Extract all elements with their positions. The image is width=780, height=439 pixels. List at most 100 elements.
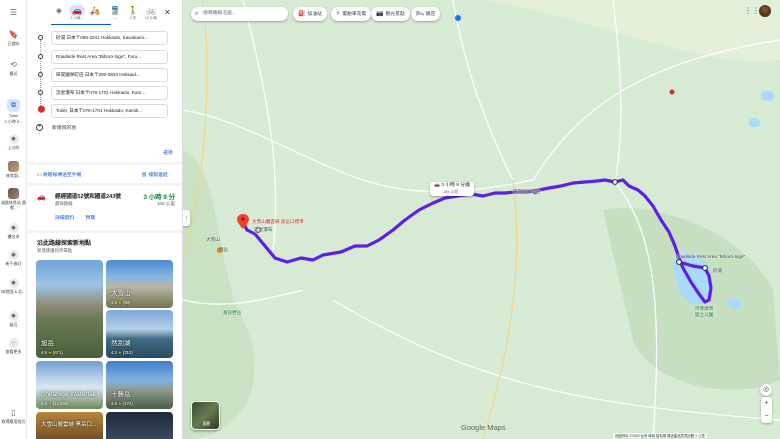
recent-place-label: 上川町: [7, 145, 20, 150]
star-icon: ★: [118, 401, 122, 406]
get-app-button[interactable]: ▯ 取得應用程式: [0, 408, 27, 424]
place-pin-icon: ◉: [8, 311, 19, 321]
stop-dot-icon: [38, 72, 43, 77]
walking-mode-button[interactable]: 🚶 3 天: [125, 5, 141, 20]
cycling-mode-button[interactable]: 🚲 12 小時: [143, 5, 159, 20]
recent-place-label: 留辺: [9, 322, 18, 327]
route-via: 經經國道52號和國道243號: [55, 194, 121, 200]
route-time-bubble[interactable]: 🚗 3 小時 9 分鐘 168 公里: [430, 182, 474, 196]
place-card[interactable]: 十勝岳 4.6 ★ (174): [106, 361, 173, 409]
map-label-tokachi[interactable]: 富良野岳: [223, 310, 241, 316]
zoom-in-button[interactable]: +: [761, 397, 772, 410]
see-more-button[interactable]: ⋯ 查看更多: [0, 338, 27, 354]
place-card[interactable]: 旭岳 4.8 ★ (671): [36, 260, 103, 358]
place-card[interactable]: 大雪山層雲峽 黑岳口...: [36, 412, 103, 439]
motorcycle-mode-button[interactable]: 🛵: [87, 5, 103, 16]
layers-label: 圖層: [202, 422, 211, 426]
route-subtitle: 最快路線: [55, 201, 73, 206]
waypoint-input[interactable]: 流星瀑布 日本〒078-1701 Hokkaido, Kam...: [51, 86, 168, 100]
options-button[interactable]: 選項: [163, 149, 173, 156]
place-card[interactable]: [106, 412, 173, 439]
waypoint-input[interactable]: 砂湯 日本〒088-3341 Hokkaido, Kawakami...: [51, 31, 168, 45]
map-label-waterfall[interactable]: 流星瀑布: [254, 227, 272, 233]
route-time: 3 小時 9 分: [143, 194, 175, 201]
menu-button[interactable]: ☰: [0, 8, 27, 18]
zoom-out-button[interactable]: −: [761, 410, 772, 423]
recents-label: 最近: [9, 71, 18, 76]
recent-place-7[interactable]: ◉ 留辺: [0, 311, 27, 327]
place-card[interactable]: 然別湖 4.3 ★ (312): [106, 310, 173, 358]
map-label-bihoro[interactable]: Roadside Rest Area "Bihoro-toge": [676, 254, 745, 259]
route-links: 詳細資料 預覽: [55, 214, 105, 221]
bubble-time: 3 小時 9 分鐘: [441, 183, 470, 188]
more-icon: ⋯: [8, 338, 19, 348]
avatar[interactable]: [759, 5, 771, 17]
preview-button[interactable]: 預覽: [86, 216, 96, 221]
motorcycle-icon: 🛵: [90, 6, 100, 15]
map-label-asahi[interactable]: 旭岳: [219, 247, 228, 253]
layers-button[interactable]: 圖層: [191, 401, 220, 430]
chip-hotels[interactable]: 🛏 飯店: [411, 7, 441, 21]
chip-attractions[interactable]: 📷 觀光景點: [371, 7, 410, 21]
details-button[interactable]: 詳細資料: [55, 216, 74, 221]
route-search-input[interactable]: ⌕ 搜尋路線沿途...: [191, 7, 288, 21]
chip-ev-charging[interactable]: ⚡ 電動車充電: [331, 7, 372, 21]
apps-grid-icon[interactable]: ⋮⋮: [744, 6, 760, 15]
recent-place-3[interactable]: 道路休息站 層雲...: [0, 188, 27, 210]
close-icon[interactable]: ✕: [164, 8, 171, 17]
route-option[interactable]: 🚗 經經國道52號和國道243號 最快路線 3 小時 9 分 168 公里 詳細…: [35, 190, 177, 226]
divider: [27, 230, 182, 233]
map-label-national-park[interactable]: 國立公園: [695, 312, 713, 318]
map-label-sunayu[interactable]: 砂湯: [713, 268, 722, 274]
collapse-panel-button[interactable]: ‹: [183, 210, 190, 226]
recent-place-1[interactable]: ◉ 上川町: [0, 134, 27, 150]
waypoint-input[interactable]: 味覚園栄町店 日本〒090-0832 Hokkaid...: [51, 68, 168, 82]
map-label-mikakuen[interactable]: 味覚園栄町店: [513, 189, 541, 195]
map-label-daisetsu[interactable]: 大雪山: [206, 237, 220, 243]
map-canvas[interactable]: ⌕ 搜尋路線沿途... ⛽ 加油站 ⚡ 電動車充電 📷 觀光景點 🛏 飯店 ⋮⋮ 🚗 3…: [183, 0, 780, 439]
recent-place-6[interactable]: ◉ 味覚園 & 北...: [0, 278, 27, 294]
directions-icon: ⧉: [7, 99, 20, 112]
bookmark-icon: 🔖: [8, 30, 19, 39]
driving-mode-button[interactable]: 🚗 3 小時...: [69, 5, 85, 20]
recent-toilet-route[interactable]: ⧉ Toilet 3 小時 9...: [0, 99, 27, 124]
route-distance: 168 公里: [156, 201, 175, 206]
map-label-sounkyo[interactable]: 大雪山層雲峽 黑岳口標準: [252, 219, 304, 225]
review-count: (174): [122, 401, 133, 406]
mode-time: 3 天: [129, 16, 137, 20]
place-card[interactable]: 大雪山 4.5 ★ (90): [106, 260, 173, 308]
saved-button[interactable]: 🔖 已儲存: [0, 30, 27, 46]
transit-mode-button[interactable]: 🚆 —: [107, 5, 123, 20]
place-thumbnail: [8, 188, 19, 199]
recents-button[interactable]: ⟲ 最近: [0, 60, 27, 76]
history-icon: ⟲: [10, 60, 17, 69]
rating-value: 4.8: [41, 350, 47, 355]
toilet-sub: 3 小時 9...: [4, 119, 23, 124]
add-destination-button[interactable]: + 新增目的地: [36, 124, 76, 132]
recent-place-4[interactable]: ◉ 樓名市: [0, 223, 27, 239]
my-location-button[interactable]: ◎: [760, 384, 772, 396]
car-icon: 🚗: [69, 5, 85, 16]
copy-link-label: 複製連結: [148, 173, 168, 178]
best-mode-button[interactable]: ◈: [51, 5, 67, 16]
recent-place-5[interactable]: ◉ 新千歲灯: [0, 250, 27, 266]
ev-charging-icon: ⚡: [336, 11, 341, 17]
place-name: 然別湖: [111, 340, 131, 347]
copy-link-button[interactable]: ⛓ 複製連結: [141, 171, 168, 178]
star-icon: ★: [118, 300, 122, 305]
gas-station-icon: ⛽: [298, 11, 306, 17]
place-rating: 4.3 ★ (312): [111, 350, 133, 355]
recent-place-2[interactable]: 味覚園...: [0, 161, 27, 178]
place-pin-icon: ◉: [8, 134, 19, 144]
place-name: 十勝岳: [111, 391, 131, 398]
place-card[interactable]: Shirahige Waterfall 4.4 ★ (12,482): [36, 361, 103, 409]
review-count: (312): [122, 350, 133, 355]
place-name: 旭岳: [41, 340, 54, 347]
rating-value: 4.4: [41, 401, 47, 406]
travel-mode-bar: ◈ 🚗 3 小時... 🛵 🚆 — 🚶 3 天 🚲 12 小時: [51, 5, 181, 25]
waypoint-input[interactable]: Roadside Rest Area "Bihoro-toge", Furu..…: [51, 50, 168, 64]
search-icon: ⌕: [195, 11, 199, 17]
send-to-phone-button[interactable]: ▭ 將路線傳送至手機: [37, 173, 81, 178]
chip-gas-stations[interactable]: ⛽ 加油站: [293, 7, 327, 21]
waypoint-input[interactable]: Toilet, 日本〒078-1701 Hokkaido, Kamik...: [51, 104, 168, 118]
